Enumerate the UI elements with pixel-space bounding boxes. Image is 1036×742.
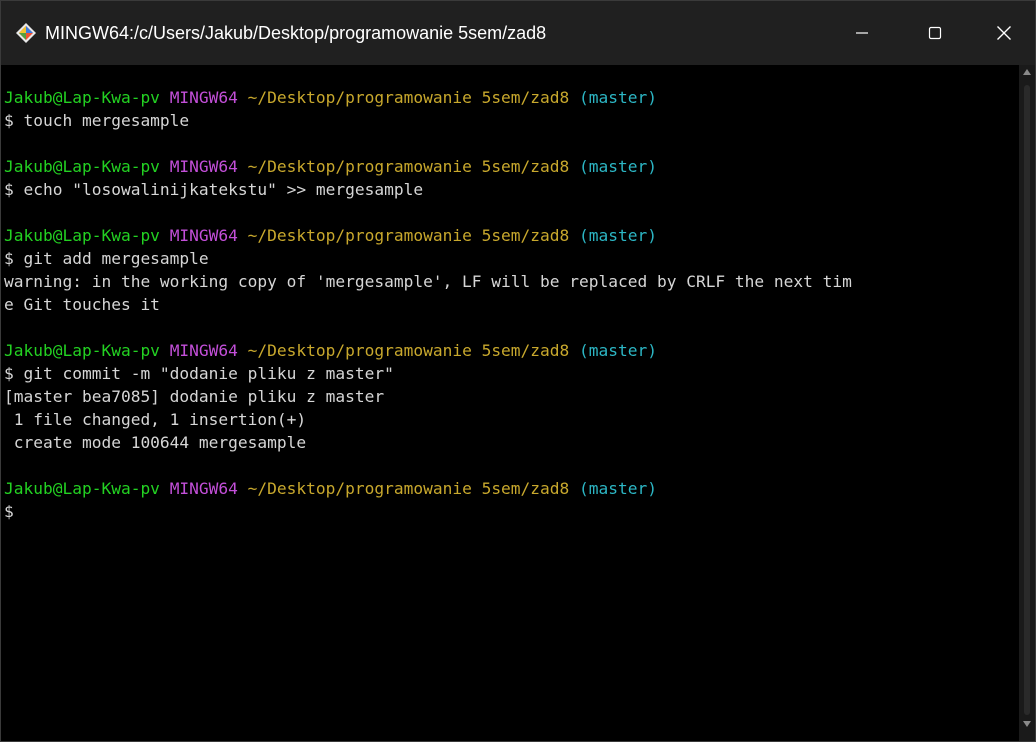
- output-line: warning: in the working copy of 'mergesa…: [4, 272, 852, 291]
- prompt-user: Jakub@Lap-Kwa-pv: [4, 88, 160, 107]
- scroll-up-arrow-icon[interactable]: [1023, 69, 1031, 75]
- prompt-path: ~/Desktop/programowanie 5sem/zad8: [247, 479, 570, 498]
- prompt-line: Jakub@Lap-Kwa-pv MINGW64 ~/Desktop/progr…: [4, 339, 657, 362]
- output-line: 1 file changed, 1 insertion(+): [4, 410, 307, 429]
- vertical-scrollbar[interactable]: [1019, 65, 1035, 741]
- active-prompt-line[interactable]: $: [4, 500, 14, 523]
- maximize-icon: [928, 26, 942, 40]
- terminal-window: MINGW64:/c/Users/Jakub/Desktop/programow…: [0, 0, 1036, 742]
- prompt-system: MINGW64: [169, 479, 238, 498]
- prompt-branch: (master): [579, 157, 657, 176]
- command-line: $ git add mergesample: [4, 249, 209, 268]
- prompt-system: MINGW64: [169, 341, 238, 360]
- prompt-user: Jakub@Lap-Kwa-pv: [4, 157, 160, 176]
- terminal-output[interactable]: Jakub@Lap-Kwa-pv MINGW64 ~/Desktop/progr…: [1, 65, 1019, 741]
- git-diamond-icon: [16, 23, 36, 43]
- prompt-line: Jakub@Lap-Kwa-pv MINGW64 ~/Desktop/progr…: [4, 86, 657, 109]
- output-line: e Git touches it: [4, 295, 160, 314]
- scroll-down-arrow-icon[interactable]: [1023, 721, 1031, 727]
- command-line: $ touch mergesample: [4, 111, 190, 130]
- output-line: [master bea7085] dodanie pliku z master: [4, 387, 385, 406]
- prompt-branch: (master): [579, 479, 657, 498]
- prompt-branch: (master): [579, 88, 657, 107]
- output-line: create mode 100644 mergesample: [4, 433, 307, 452]
- close-button[interactable]: [973, 1, 1035, 65]
- prompt-user: Jakub@Lap-Kwa-pv: [4, 226, 160, 245]
- maximize-button[interactable]: [904, 1, 966, 65]
- minimize-button[interactable]: [831, 1, 893, 65]
- prompt-user: Jakub@Lap-Kwa-pv: [4, 479, 160, 498]
- prompt-system: MINGW64: [169, 226, 238, 245]
- command-line: $ git commit -m "dodanie pliku z master": [4, 364, 394, 383]
- window-title: MINGW64:/c/Users/Jakub/Desktop/programow…: [45, 23, 547, 43]
- prompt-line: Jakub@Lap-Kwa-pv MINGW64 ~/Desktop/progr…: [4, 155, 657, 178]
- command-line: $ echo "losowalinijkatekstu" >> mergesam…: [4, 180, 424, 199]
- prompt-system: MINGW64: [169, 88, 238, 107]
- prompt-path: ~/Desktop/programowanie 5sem/zad8: [247, 226, 570, 245]
- prompt-user: Jakub@Lap-Kwa-pv: [4, 341, 160, 360]
- prompt-branch: (master): [579, 341, 657, 360]
- minimize-icon: [856, 32, 868, 34]
- prompt-line: Jakub@Lap-Kwa-pv MINGW64 ~/Desktop/progr…: [4, 477, 657, 500]
- prompt-path: ~/Desktop/programowanie 5sem/zad8: [247, 88, 570, 107]
- prompt-system: MINGW64: [169, 157, 238, 176]
- title-bar[interactable]: MINGW64:/c/Users/Jakub/Desktop/programow…: [1, 1, 1035, 65]
- prompt-path: ~/Desktop/programowanie 5sem/zad8: [247, 341, 570, 360]
- prompt-branch: (master): [579, 226, 657, 245]
- prompt-line: Jakub@Lap-Kwa-pv MINGW64 ~/Desktop/progr…: [4, 224, 657, 247]
- close-icon: [997, 26, 1011, 40]
- scroll-thumb[interactable]: [1024, 85, 1030, 715]
- prompt-path: ~/Desktop/programowanie 5sem/zad8: [247, 157, 570, 176]
